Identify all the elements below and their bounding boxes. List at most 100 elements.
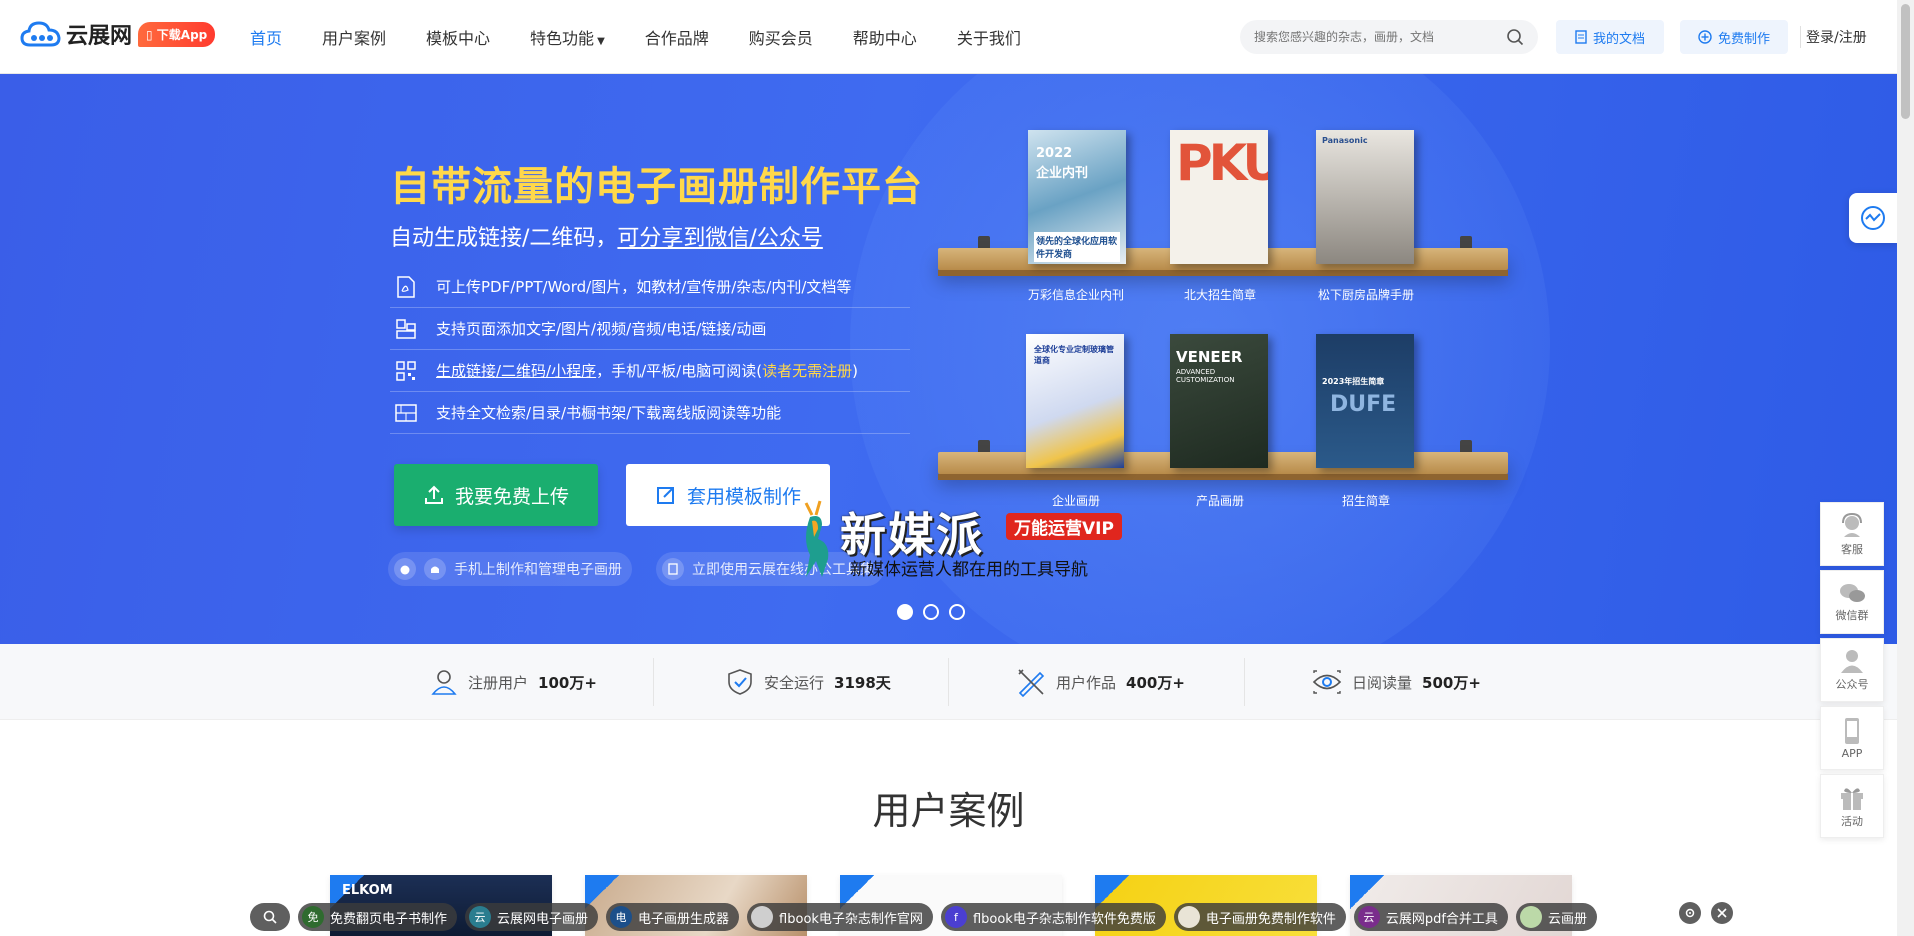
- float-wechat-group-label: 微信群: [1835, 609, 1869, 622]
- nav-about[interactable]: 关于我们: [957, 25, 1021, 49]
- book-cover[interactable]: 2022 企业内刊 领先的全球化应用软件开发商: [1028, 130, 1126, 264]
- plus-circle-icon: [1698, 30, 1712, 44]
- book-cover-sub: 2023年招生简章: [1322, 377, 1385, 386]
- stat-reads-value: 500万+: [1422, 673, 1481, 692]
- carousel-dot-3[interactable]: [949, 604, 965, 620]
- tag-label: 云展网pdf合并工具: [1385, 911, 1498, 927]
- logo[interactable]: 云展网 ▯ 下载App: [20, 18, 216, 50]
- stat-safety: 安全运行 3198天: [726, 644, 891, 720]
- nav-home[interactable]: 首页: [250, 25, 282, 49]
- float-activity[interactable]: 活动: [1820, 774, 1884, 838]
- book-cover-title: 全球化专业定制玻璃管道商: [1034, 345, 1114, 365]
- tagbar-settings-button[interactable]: [1679, 902, 1701, 924]
- carousel-dot-2[interactable]: [923, 604, 939, 620]
- stat-users: 注册用户 100万+: [430, 644, 597, 720]
- tag-label: 电子画册生成器: [638, 911, 730, 927]
- tag-link[interactable]: f flbook电子杂志制作软件免费版: [940, 903, 1166, 931]
- nav-features[interactable]: 特色功能 ▼: [530, 25, 605, 49]
- float-official-account[interactable]: 公众号: [1820, 638, 1884, 702]
- feature-upload: 可上传PDF/PPT/Word/图片，如教材/宣传册/杂志/内刊/文档等: [390, 266, 910, 308]
- user-icon: [431, 670, 457, 695]
- book-label[interactable]: 万彩信息企业内刊: [1006, 286, 1146, 303]
- nav-templates[interactable]: 模板中心: [426, 25, 490, 49]
- tag-label: 云展网电子画册: [497, 911, 589, 927]
- free-upload-label: 我要免费上传: [454, 485, 569, 508]
- cloud-logo-icon: [20, 21, 61, 47]
- tag-label: 免费翻页电子书制作: [330, 911, 448, 927]
- hero-subtitle-prefix: 自动生成链接/二维码，: [390, 226, 618, 251]
- free-make-button[interactable]: 免费制作: [1680, 20, 1788, 54]
- float-app[interactable]: APP: [1820, 706, 1884, 770]
- float-wechat-group[interactable]: 微信群: [1820, 570, 1884, 634]
- search-input[interactable]: [1254, 30, 1506, 44]
- tag-link[interactable]: 云画册: [1515, 903, 1597, 931]
- book-cover[interactable]: 全球化专业定制玻璃管道商: [1026, 334, 1124, 468]
- tag-link[interactable]: 免免费翻页电子书制作: [298, 903, 458, 931]
- book-label[interactable]: 产品画册: [1150, 492, 1290, 509]
- logo-text: 云展网: [66, 24, 133, 49]
- download-app-badge[interactable]: ▯ 下载App: [138, 21, 216, 47]
- deer-logo-icon: [804, 500, 829, 577]
- feature-media-text: 支持页面添加文字/图片/视频/音频/电话/链接/动画: [436, 320, 767, 338]
- hero-subtitle-link[interactable]: 可分享到微信/公众号: [617, 226, 822, 251]
- feature-qrcode-text: 生成链接/二维码/小程序，手机/平板/电脑可阅读(读者无需注册): [436, 360, 858, 381]
- tag-site-icon: [751, 906, 774, 928]
- main-nav: 首页 用户案例 模板中心 特色功能 ▼ 合作品牌 购买会员 帮助中心 关于我们: [250, 0, 1061, 74]
- book-cover-title: PKU: [1176, 134, 1268, 192]
- my-docs-button[interactable]: 我的文档: [1556, 20, 1664, 54]
- tag-link[interactable]: 电电子画册生成器: [606, 903, 740, 931]
- nav-membership[interactable]: 购买会员: [749, 25, 813, 49]
- nav-help[interactable]: 帮助中心: [853, 25, 917, 49]
- book-cover-title: 企业内刊: [1036, 166, 1089, 181]
- tag-link[interactable]: 云云展网pdf合并工具: [1353, 903, 1508, 931]
- gift-icon: [1841, 788, 1863, 810]
- free-upload-button[interactable]: 我要免费上传: [394, 464, 598, 526]
- book-cover[interactable]: Panasonic: [1316, 130, 1414, 264]
- document-icon: [1575, 30, 1587, 44]
- users-icon: [1841, 650, 1863, 673]
- tag-link[interactable]: flbook电子杂志制作官网: [747, 903, 933, 931]
- carousel-dot-1[interactable]: [897, 604, 913, 620]
- tagbar-close-button[interactable]: [1711, 902, 1733, 924]
- tag-label: 电子画册免费制作软件: [1205, 911, 1336, 927]
- nav-user-cases[interactable]: 用户案例: [322, 25, 386, 49]
- phone-icon: [1845, 717, 1859, 744]
- search-box: [1240, 20, 1538, 54]
- stat-safety-value: 3198天: [834, 673, 891, 692]
- book-cover[interactable]: 2023年招生简章 DUFE: [1316, 334, 1414, 468]
- book-label[interactable]: 松下厨房品牌手册: [1296, 286, 1436, 303]
- feature-upload-text: 可上传PDF/PPT/Word/图片，如教材/宣传册/杂志/内刊/文档等: [436, 278, 852, 296]
- design-tools-icon: [1018, 669, 1045, 697]
- float-app-label: APP: [1841, 746, 1863, 760]
- media-grid-icon: [396, 318, 416, 339]
- wechat-icon: [1840, 584, 1865, 602]
- qrcode-icon: [396, 360, 416, 381]
- search-icon[interactable]: [1506, 28, 1524, 46]
- nav-brands[interactable]: 合作品牌: [645, 25, 709, 49]
- tag-site-icon: 免: [302, 906, 324, 928]
- tag-link[interactable]: 云云展网电子画册: [465, 903, 599, 931]
- scrollbar-thumb[interactable]: [1901, 4, 1910, 119]
- stat-safety-label: 安全运行: [764, 673, 825, 692]
- section-title: 用户案例: [872, 789, 1025, 833]
- mobile-app-pill[interactable]: 手机上制作和管理电子画册: [388, 552, 632, 586]
- floating-assistant-button[interactable]: [1849, 193, 1897, 243]
- book-label[interactable]: 招生简章: [1296, 492, 1436, 509]
- tagbar-search-button[interactable]: [250, 903, 290, 931]
- float-customer-service[interactable]: 客服: [1820, 502, 1884, 566]
- tag-link[interactable]: 电子画册免费制作软件: [1173, 903, 1346, 931]
- stat-works-value: 400万+: [1126, 673, 1185, 692]
- page-scrollbar[interactable]: [1897, 0, 1914, 936]
- float-official-account-label: 公众号: [1835, 678, 1869, 691]
- stat-works: 用户作品 400万+: [1016, 644, 1185, 720]
- stat-reads-label: 日阅读量: [1352, 673, 1413, 692]
- case-title: ELKOM: [342, 883, 393, 898]
- book-cover-sub: ADVANCED CUSTOMIZATION: [1176, 368, 1235, 384]
- book-label[interactable]: 北大招生简章: [1150, 286, 1290, 303]
- feature-qrcode-link[interactable]: 生成链接/二维码/小程序: [436, 362, 596, 380]
- stat-users-label: 注册用户: [468, 673, 529, 692]
- book-cover[interactable]: PKU: [1170, 130, 1268, 264]
- book-cover[interactable]: VENEER ADVANCED CUSTOMIZATION: [1170, 334, 1268, 468]
- login-register-link[interactable]: 登录/注册: [1806, 27, 1867, 47]
- pdf-file-icon: [397, 275, 415, 298]
